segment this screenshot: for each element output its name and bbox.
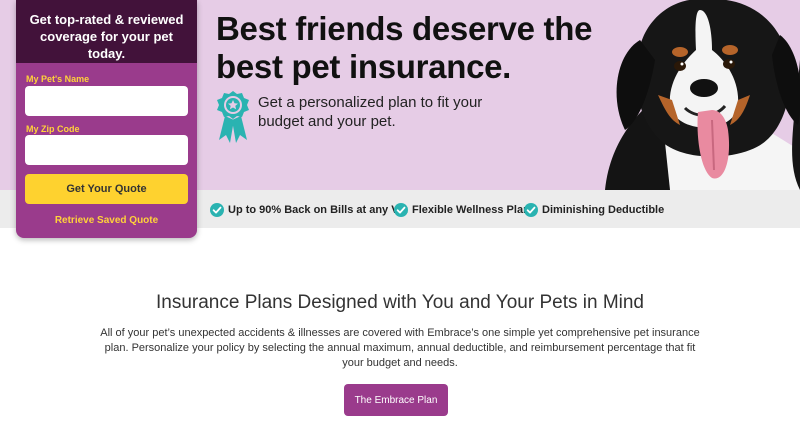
award-ribbon-icon xyxy=(217,91,249,143)
benefit-item: Flexible Wellness Plan xyxy=(394,202,530,218)
section-title: Insurance Plans Designed with You and Yo… xyxy=(156,292,644,313)
dog-photo xyxy=(600,0,800,190)
check-circle-icon xyxy=(210,203,224,217)
benefit-label: Flexible Wellness Plan xyxy=(412,204,530,216)
zip-code-label: My Zip Code xyxy=(26,124,80,134)
benefit-label: Up to 90% Back on Bills at any Vet xyxy=(228,204,408,216)
pet-name-input[interactable] xyxy=(25,86,188,116)
check-circle-icon xyxy=(524,203,538,217)
benefit-label: Diminishing Deductible xyxy=(542,204,665,216)
check-circle-icon xyxy=(394,203,408,217)
pet-name-label: My Pet's Name xyxy=(26,74,90,84)
section-description: All of your pet’s unexpected accidents &… xyxy=(100,327,700,369)
hero-subhead: Get a personalized plan to fit your budg… xyxy=(258,94,483,130)
get-quote-button[interactable]: Get Your Quote xyxy=(25,174,188,204)
hero-headline: Best friends deserve the best pet insura… xyxy=(216,10,593,85)
benefit-item: Up to 90% Back on Bills at any Vet xyxy=(210,202,408,218)
quote-form: Get top-rated & reviewed coverage for yo… xyxy=(16,0,197,238)
embrace-plan-button[interactable]: The Embrace Plan xyxy=(344,384,448,416)
zip-code-input[interactable] xyxy=(25,135,188,165)
retrieve-saved-quote-link[interactable]: Retrieve Saved Quote xyxy=(16,215,197,226)
benefit-item: Diminishing Deductible xyxy=(524,202,664,218)
quote-form-header: Get top-rated & reviewed coverage for yo… xyxy=(16,0,197,63)
